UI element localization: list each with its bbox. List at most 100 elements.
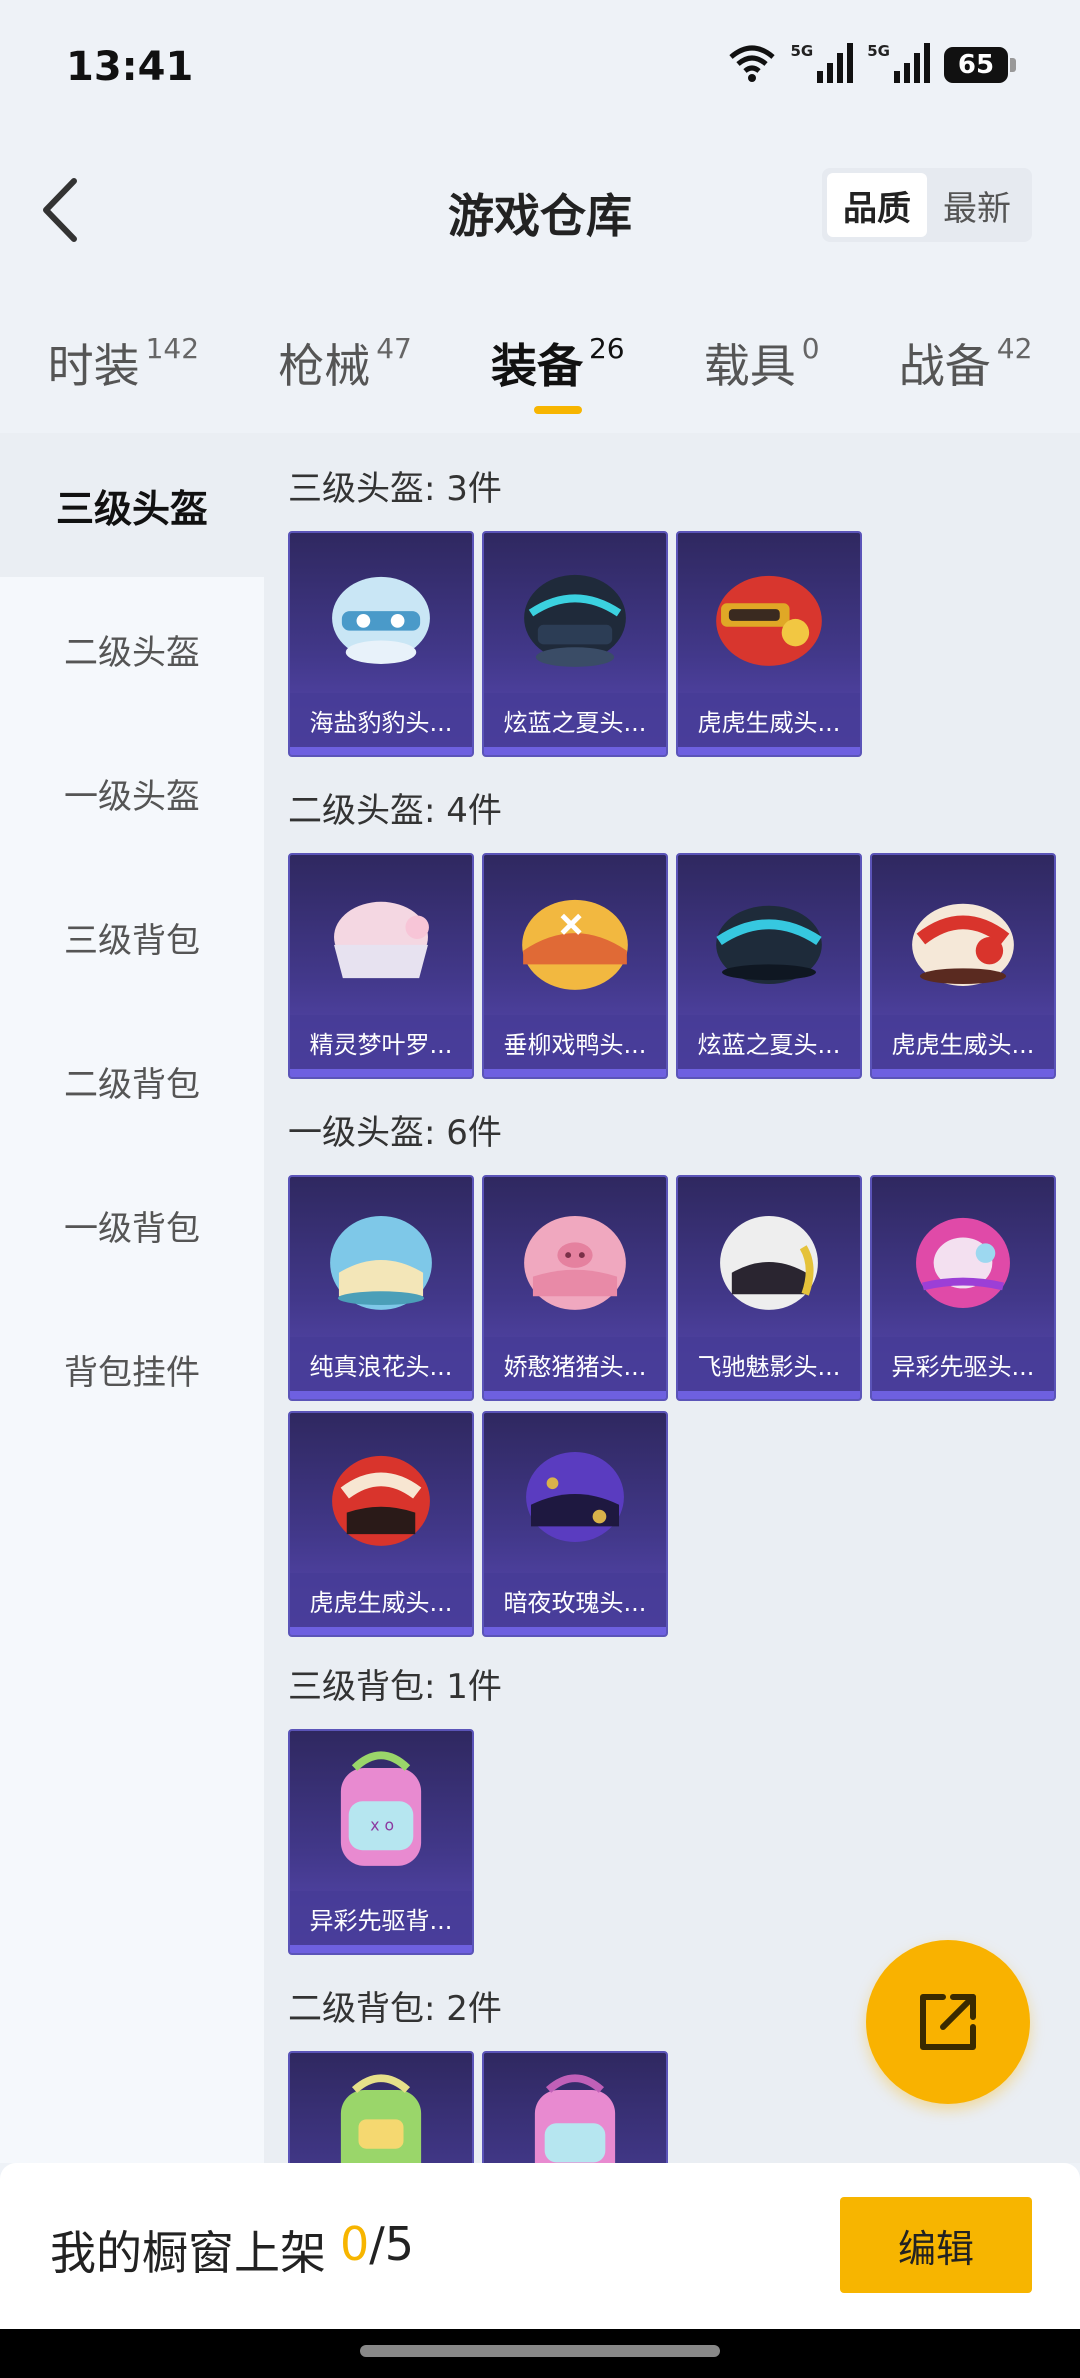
sidebar-item-backpack-lv1[interactable]: 一级背包: [0, 1153, 264, 1297]
item-card[interactable]: 炫蓝之夏头...: [676, 853, 862, 1079]
share-button[interactable]: [866, 1940, 1030, 2104]
helmet-icon: [334, 901, 429, 979]
signal-icon: [894, 43, 930, 87]
rarity-stripe: [290, 1069, 472, 1077]
helmet-icon: [526, 1451, 624, 1542]
section-title: 一级头盔: 6件: [288, 1113, 502, 1153]
sidebar-item-helmet-lv1[interactable]: 一级头盔: [0, 721, 264, 865]
sidebar-item-backpack-lv3[interactable]: 三级背包: [0, 865, 264, 1009]
tab-label: 枪械: [278, 339, 371, 393]
helmet-icon: [720, 1215, 818, 1310]
tab-gear[interactable]: 战备 42: [899, 300, 1033, 420]
helmet-icon: [332, 1455, 430, 1546]
item-name: 飞驰魅影头...: [678, 1337, 860, 1391]
item-card[interactable]: 虎虎生威头...: [870, 853, 1056, 1079]
item-card[interactable]: [482, 2051, 668, 2163]
helmet-icon: [330, 1215, 432, 1310]
section-title: 三级背包: 1件: [288, 1667, 502, 1707]
rarity-stripe: [290, 747, 472, 755]
signal-icon: [817, 43, 854, 87]
rarity-stripe: [290, 1945, 472, 1953]
section-title: 三级头盔: 3件: [288, 469, 502, 509]
item-grid-panel[interactable]: 三级头盔: 3件 海盐豹豹头... 炫蓝之夏头... 虎虎生威头... 二级头盔…: [264, 433, 1080, 2163]
wifi-icon: [727, 43, 777, 87]
helmet-icon: [332, 576, 430, 664]
tab-vehicles[interactable]: 载具 0: [704, 300, 820, 420]
sort-toggle: 品质 最新: [822, 168, 1032, 242]
item-card[interactable]: 虎虎生威头...: [288, 1411, 474, 1637]
showcase-status: 我的橱窗上架 0 /5: [50, 2217, 414, 2283]
rarity-stripe: [872, 1069, 1054, 1077]
showcase-count: 0: [340, 2217, 370, 2271]
header: 游戏仓库 品质 最新: [0, 130, 1080, 280]
home-indicator[interactable]: [360, 2345, 720, 2357]
edit-button[interactable]: 编辑: [840, 2197, 1032, 2293]
helmet-icon: [916, 1217, 1010, 1308]
item-name: 海盐豹豹头...: [290, 693, 472, 747]
sidebar-item-backpack-charm[interactable]: 背包挂件: [0, 1297, 264, 1441]
item-name: 炫蓝之夏头...: [678, 1015, 860, 1069]
item-name: 炫蓝之夏头...: [484, 693, 666, 747]
tab-count: 142: [145, 332, 200, 365]
helmet-icon: [524, 1215, 626, 1310]
item-card[interactable]: 娇憨猪猪头...: [482, 1175, 668, 1401]
rarity-stripe: [678, 1069, 860, 1077]
showcase-max: /5: [369, 2217, 415, 2271]
item-name: 虎虎生威头...: [290, 1573, 472, 1627]
rarity-stripe: [484, 1391, 666, 1399]
sidebar: 三级头盔 二级头盔 一级头盔 三级背包 二级背包 一级背包 背包挂件: [0, 433, 264, 2163]
sort-newest-button[interactable]: 最新: [927, 173, 1027, 237]
item-name: 异彩先驱头...: [872, 1337, 1054, 1391]
helmet-icon: [912, 903, 1014, 986]
item-name: 虎虎生威头...: [872, 1015, 1054, 1069]
item-card[interactable]: 精灵梦叶罗...: [288, 853, 474, 1079]
rarity-stripe: [484, 747, 666, 755]
network-label-2: 5G: [867, 42, 890, 60]
sidebar-item-backpack-lv2[interactable]: 二级背包: [0, 1009, 264, 1153]
tab-weapons[interactable]: 枪械 47: [278, 300, 412, 420]
item-name: 虎虎生威头...: [678, 693, 860, 747]
tab-label: 装备: [490, 339, 583, 393]
battery-icon: 65: [944, 47, 1016, 83]
tab-label: 时装: [47, 339, 140, 393]
item-card[interactable]: 海盐豹豹头...: [288, 531, 474, 757]
helmet-icon: [716, 905, 822, 984]
tab-fashion[interactable]: 时装 142: [48, 300, 199, 420]
item-name: 垂柳戏鸭头...: [484, 1015, 666, 1069]
showcase-label: 我的橱窗上架: [50, 2226, 326, 2280]
item-card[interactable]: x o 异彩先驱背...: [288, 1729, 474, 1955]
item-card[interactable]: 暗夜玫瑰头...: [482, 1411, 668, 1637]
backpack-icon: x o: [340, 1751, 422, 1866]
network-label-1: 5G: [790, 42, 814, 60]
sidebar-item-helmet-lv2[interactable]: 二级头盔: [0, 577, 264, 721]
navigation-bar: [0, 2329, 1080, 2378]
item-card[interactable]: 垂柳戏鸭头...: [482, 853, 668, 1079]
item-card[interactable]: 飞驰魅影头...: [676, 1175, 862, 1401]
rarity-stripe: [872, 1391, 1054, 1399]
item-name: 精灵梦叶罗...: [290, 1015, 472, 1069]
backpack-icon: [340, 2074, 422, 2163]
item-card[interactable]: 纯真浪花头...: [288, 1175, 474, 1401]
item-name: 异彩先驱背...: [290, 1891, 472, 1945]
section-title: 二级头盔: 4件: [288, 791, 502, 831]
rarity-stripe: [678, 1391, 860, 1399]
item-card[interactable]: [288, 2051, 474, 2163]
helmet-icon: [524, 574, 626, 667]
tab-count: 47: [376, 332, 412, 365]
item-card[interactable]: 异彩先驱头...: [870, 1175, 1056, 1401]
sort-quality-button[interactable]: 品质: [827, 173, 927, 237]
rarity-stripe: [678, 747, 860, 755]
tab-active-indicator: [533, 406, 582, 414]
sidebar-item-helmet-lv3[interactable]: 三级头盔: [0, 433, 264, 577]
item-card[interactable]: 炫蓝之夏头...: [482, 531, 668, 757]
tab-label: 战备: [898, 339, 991, 393]
rarity-stripe: [484, 1069, 666, 1077]
tab-count: 0: [801, 332, 820, 365]
item-card[interactable]: 虎虎生威头...: [676, 531, 862, 757]
tab-count: 26: [588, 332, 625, 365]
tab-label: 载具: [703, 339, 796, 393]
helmet-icon: [716, 575, 822, 666]
section-title: 二级背包: 2件: [288, 1989, 502, 2029]
tab-equipment[interactable]: 装备 26: [491, 300, 625, 420]
status-time: 13:41: [66, 44, 194, 90]
